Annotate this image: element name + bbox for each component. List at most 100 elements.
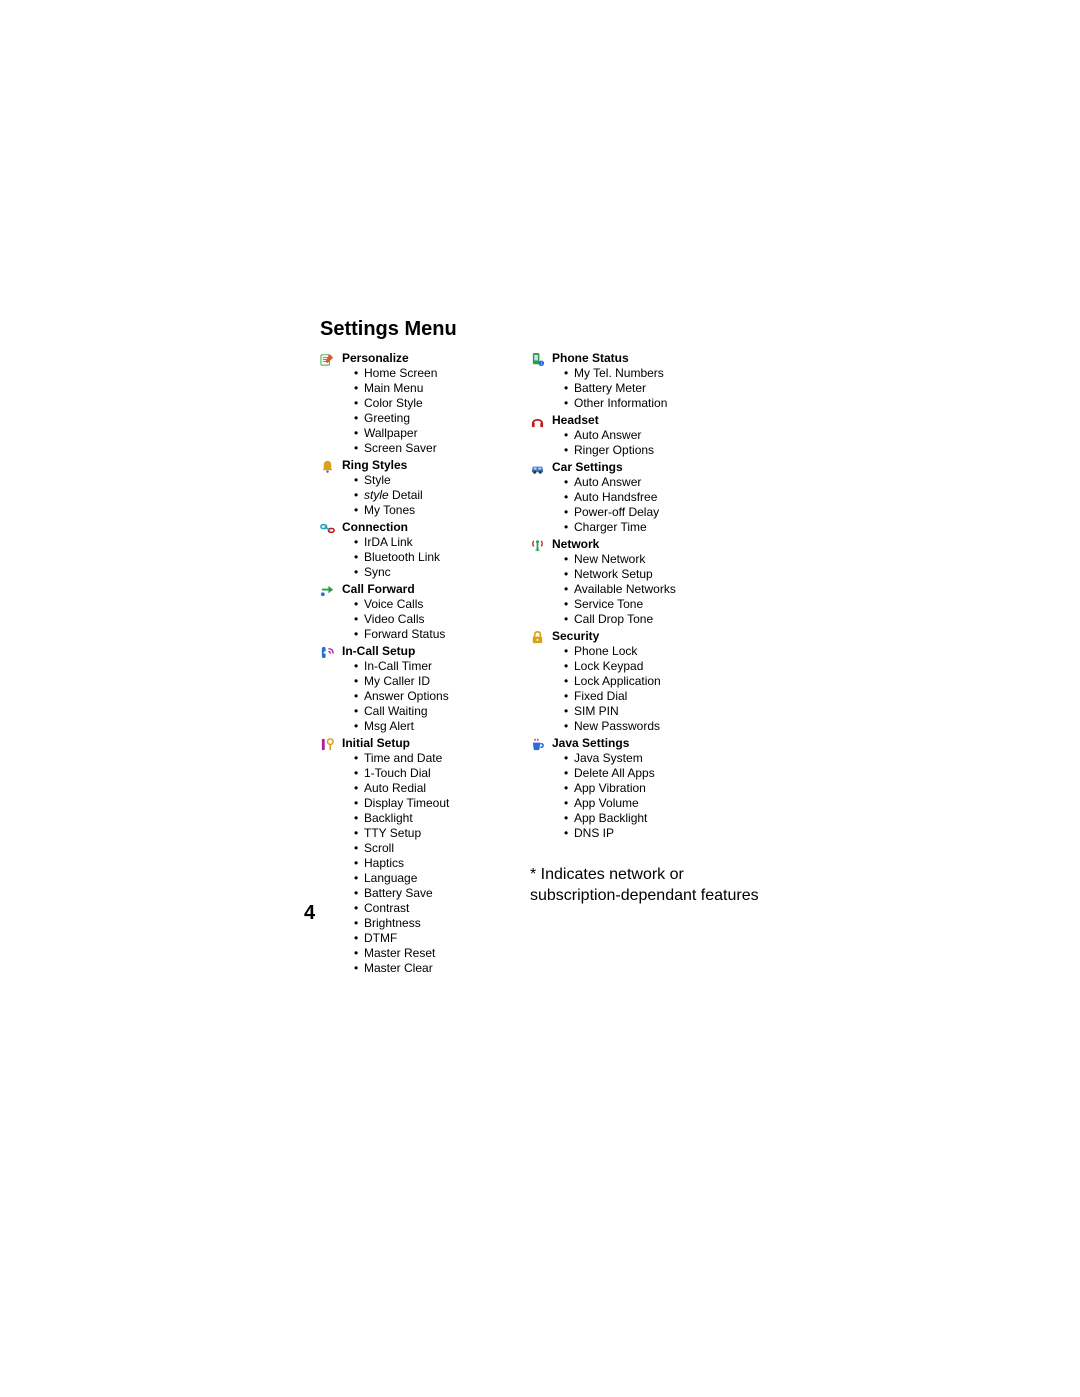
menu-section-heading: Ring Styles <box>342 458 520 473</box>
initial-setup-icon <box>320 736 342 752</box>
menu-item-list: Auto AnswerRinger Options <box>552 428 760 458</box>
menu-section-body: HeadsetAuto AnswerRinger Options <box>552 413 760 460</box>
menu-item: Service Tone <box>564 597 760 612</box>
menu-item-list: Auto AnswerAuto HandsfreePower-off Delay… <box>552 475 760 535</box>
menu-item: My Caller ID <box>354 674 520 689</box>
menu-item-list: New NetworkNetwork SetupAvailable Networ… <box>552 552 760 627</box>
menu-item: Wallpaper <box>354 426 520 441</box>
menu-item: Bluetooth Link <box>354 550 520 565</box>
menu-item-list: IrDA LinkBluetooth LinkSync <box>342 535 520 580</box>
menu-section-heading: Car Settings <box>552 460 760 475</box>
menu-item-list: Time and Date1-Touch DialAuto RedialDisp… <box>342 751 520 976</box>
menu-item-list: My Tel. NumbersBattery MeterOther Inform… <box>552 366 760 411</box>
menu-section-heading: In-Call Setup <box>342 644 520 659</box>
menu-item: Auto Redial <box>354 781 520 796</box>
menu-item: Call Drop Tone <box>564 612 760 627</box>
menu-item: My Tel. Numbers <box>564 366 760 381</box>
menu-section-body: Java SettingsJava SystemDelete All AppsA… <box>552 736 760 843</box>
menu-item: Msg Alert <box>354 719 520 734</box>
menu-section-heading: Phone Status <box>552 351 760 366</box>
menu-item: Master Clear <box>354 961 520 976</box>
menu-section: Car SettingsAuto AnswerAuto HandsfreePow… <box>530 460 760 537</box>
menu-item: Battery Save <box>354 886 520 901</box>
menu-section: PersonalizeHome ScreenMain MenuColor Sty… <box>320 351 520 458</box>
menu-item: Contrast <box>354 901 520 916</box>
menu-item: App Backlight <box>564 811 760 826</box>
menu-item: Time and Date <box>354 751 520 766</box>
menu-section-body: Phone StatusMy Tel. NumbersBattery Meter… <box>552 351 760 413</box>
menu-section-body: In-Call SetupIn-Call TimerMy Caller IDAn… <box>342 644 520 736</box>
menu-section: ConnectionIrDA LinkBluetooth LinkSync <box>320 520 520 582</box>
security-icon <box>530 629 552 645</box>
menu-item: Auto Handsfree <box>564 490 760 505</box>
menu-item: My Tones <box>354 503 520 518</box>
menu-item: Scroll <box>354 841 520 856</box>
menu-item: Battery Meter <box>564 381 760 396</box>
menu-item: Answer Options <box>354 689 520 704</box>
menu-item-list: Phone LockLock KeypadLock ApplicationFix… <box>552 644 760 734</box>
footnote: * Indicates network or subscription-depe… <box>530 865 760 907</box>
menu-item-list: In-Call TimerMy Caller IDAnswer OptionsC… <box>342 659 520 734</box>
menu-section: HeadsetAuto AnswerRinger Options <box>530 413 760 460</box>
menu-item: Backlight <box>354 811 520 826</box>
menu-item: 1-Touch Dial <box>354 766 520 781</box>
menu-item: IrDA Link <box>354 535 520 550</box>
menu-item: Available Networks <box>564 582 760 597</box>
network-icon <box>530 537 552 553</box>
menu-section-heading: Call Forward <box>342 582 520 597</box>
menu-item: Greeting <box>354 411 520 426</box>
menu-item: Display Timeout <box>354 796 520 811</box>
menu-item: Ringer Options <box>564 443 760 458</box>
menu-item: TTY Setup <box>354 826 520 841</box>
menu-item: App Vibration <box>564 781 760 796</box>
phone-status-icon: i <box>530 351 552 367</box>
menu-item: Lock Keypad <box>564 659 760 674</box>
svg-text:i: i <box>541 361 542 366</box>
menu-item: Lock Application <box>564 674 760 689</box>
menu-item: Haptics <box>354 856 520 871</box>
menu-item: Phone Lock <box>564 644 760 659</box>
menu-item: Voice Calls <box>354 597 520 612</box>
menu-item: Fixed Dial <box>564 689 760 704</box>
menu-section: Call ForwardVoice CallsVideo CallsForwar… <box>320 582 520 644</box>
menu-section: Java SettingsJava SystemDelete All AppsA… <box>530 736 760 843</box>
menu-item-list: Home ScreenMain MenuColor StyleGreetingW… <box>342 366 520 456</box>
menu-section: i Phone StatusMy Tel. NumbersBattery Mete… <box>530 351 760 413</box>
menu-item: Language <box>354 871 520 886</box>
menu-section-heading: Connection <box>342 520 520 535</box>
menu-item: style Detail <box>354 488 520 503</box>
connection-icon <box>320 520 342 536</box>
menu-section-heading: Java Settings <box>552 736 760 751</box>
menu-item: New Network <box>564 552 760 567</box>
menu-item: Auto Answer <box>564 475 760 490</box>
menu-item: Video Calls <box>354 612 520 627</box>
menu-section-heading: Network <box>552 537 760 552</box>
personalize-icon <box>320 351 342 367</box>
menu-section-body: Call ForwardVoice CallsVideo CallsForwar… <box>342 582 520 644</box>
menu-item: Home Screen <box>354 366 520 381</box>
menu-item: Network Setup <box>564 567 760 582</box>
page: Settings Menu PersonalizeHome ScreenMain… <box>0 0 1080 1397</box>
menu-item: Main Menu <box>354 381 520 396</box>
menu-section-body: PersonalizeHome ScreenMain MenuColor Sty… <box>342 351 520 458</box>
menu-item-rest: Detail <box>389 488 423 502</box>
content-area: Settings Menu PersonalizeHome ScreenMain… <box>320 318 800 978</box>
menu-section: Initial SetupTime and Date1-Touch DialAu… <box>320 736 520 978</box>
menu-item: DNS IP <box>564 826 760 841</box>
menu-item: Java System <box>564 751 760 766</box>
menu-section-heading: Initial Setup <box>342 736 520 751</box>
menu-item: Call Waiting <box>354 704 520 719</box>
menu-section-heading: Personalize <box>342 351 520 366</box>
java-settings-icon <box>530 736 552 752</box>
menu-section: SecurityPhone LockLock KeypadLock Applic… <box>530 629 760 736</box>
menu-section-body: Ring StylesStylestyle DetailMy Tones <box>342 458 520 520</box>
menu-item: Color Style <box>354 396 520 411</box>
menu-item: App Volume <box>564 796 760 811</box>
menu-item-italic-prefix: style <box>364 488 389 502</box>
menu-item: Forward Status <box>354 627 520 642</box>
menu-item: Delete All Apps <box>564 766 760 781</box>
menu-section-heading: Security <box>552 629 760 644</box>
menu-columns: PersonalizeHome ScreenMain MenuColor Sty… <box>320 351 800 978</box>
menu-column-right: i Phone StatusMy Tel. NumbersBattery Mete… <box>530 351 760 978</box>
menu-item: SIM PIN <box>564 704 760 719</box>
